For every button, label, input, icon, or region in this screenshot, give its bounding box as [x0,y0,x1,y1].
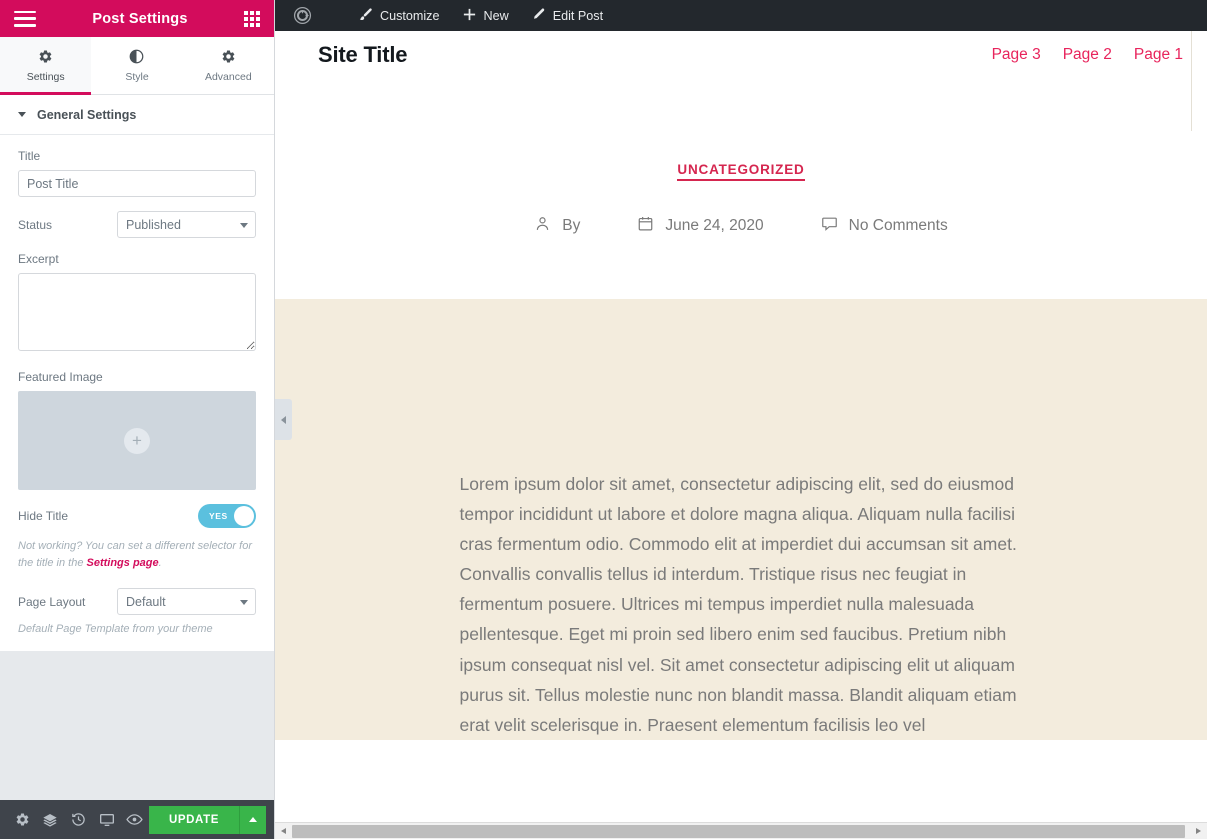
update-options-button[interactable] [239,805,266,834]
plus-icon: + [124,427,150,454]
site-title[interactable]: Site Title [318,42,407,68]
calendar-icon [637,215,654,237]
settings-page-link[interactable]: Settings page [87,557,159,569]
post-meta: By June 24, 2020 No Comments [275,215,1207,237]
hide-title-help: Not working? You can set a different sel… [18,538,256,572]
post-meta-author-label: By [562,217,581,234]
hide-title-toggle-value: YES [209,511,228,521]
hide-title-toggle[interactable]: YES [198,504,256,528]
scrollbar-track[interactable] [292,823,1190,839]
post-meta-date: June 24, 2020 [637,215,764,237]
admin-bar-customize-label: Customize [380,8,440,23]
chevron-left-icon [281,415,286,424]
hide-title-help-after: . [158,557,162,570]
status-select[interactable]: Published [117,211,256,238]
grid-icon[interactable] [244,10,260,27]
status-select-wrap: Published [117,211,256,238]
panel-footer: UPDATE [0,800,274,839]
section-title: General Settings [37,107,137,122]
gear-icon[interactable] [8,800,36,839]
responsive-icon[interactable] [93,800,121,839]
nav-link-page-2[interactable]: Page 2 [1063,46,1112,64]
tab-advanced[interactable]: Advanced [182,37,274,94]
contrast-icon [129,49,144,65]
admin-bar-customize[interactable]: Customize [347,0,451,31]
comment-icon [821,215,838,237]
panel-title: Post Settings [92,10,188,27]
excerpt-textarea[interactable] [18,273,256,351]
panel-tabs: Settings Style Advanced [0,37,274,95]
update-button[interactable]: UPDATE [148,805,239,834]
scroll-right-arrow[interactable] [1190,823,1207,839]
field-excerpt: Excerpt [18,252,256,356]
page-layout-select[interactable]: Default [117,588,256,616]
elementor-editor: Post Settings Settings Style Advanced Ge… [0,0,1207,839]
layers-icon[interactable] [36,800,64,839]
preview-frame: Customize New Edit Post Site Title Page … [275,0,1207,839]
field-hide-title: Hide Title YES [18,504,256,528]
field-featured-image: Featured Image + [18,370,256,490]
scroll-left-arrow[interactable] [275,823,292,839]
wordpress-logo-icon[interactable] [283,0,323,31]
featured-image-dropzone[interactable]: + [18,391,256,490]
admin-bar-new-label: New [483,8,509,23]
elementor-panel: Post Settings Settings Style Advanced Ge… [0,0,275,839]
admin-bar-edit-post-label: Edit Post [552,8,604,23]
tab-advanced-label: Advanced [204,70,252,83]
section-general-settings[interactable]: General Settings [0,95,274,135]
person-icon [534,215,551,237]
wp-admin-bar: Customize New Edit Post [275,0,1207,31]
post-category-link[interactable]: UNCATEGORIZED [677,162,805,181]
caret-up-icon [249,817,257,822]
post-content: Lorem ipsum dolor sit amet, consectetur … [275,299,1207,740]
gear-icon [221,49,236,65]
settings-section: General Settings Title Status Published [0,95,274,652]
post-body-text: Lorem ipsum dolor sit amet, consectetur … [459,474,1017,735]
panel-header: Post Settings [0,0,274,37]
tab-style-label: Style [125,70,149,83]
toggle-knob [234,506,254,526]
tab-settings-label: Settings [26,70,65,83]
history-icon[interactable] [64,800,92,839]
plus-icon [462,7,477,25]
featured-image-label: Featured Image [18,370,103,384]
horizontal-scrollbar[interactable] [275,822,1207,839]
admin-bar-edit-post[interactable]: Edit Post [520,0,614,31]
post-meta-author: By [534,215,580,237]
gear-icon [38,49,53,65]
scrollbar-thumb[interactable] [292,824,1185,838]
settings-controls: Title Status Published Excerpt [0,135,274,652]
preview-eye-icon[interactable] [121,800,149,839]
pencil-icon [531,7,546,25]
chevron-down-icon [18,112,26,117]
tab-settings[interactable]: Settings [0,37,92,95]
nav-link-page-3[interactable]: Page 3 [992,46,1041,64]
status-label: Status [18,217,53,232]
field-title: Title [18,149,256,197]
title-label: Title [18,149,41,163]
site-nav: Page 3 Page 2 Page 1 [992,46,1183,64]
post-meta-comments: No Comments [821,215,948,237]
hamburger-icon[interactable] [14,10,36,27]
paintbrush-icon [358,7,373,25]
field-page-layout: Page Layout Default [18,588,256,616]
post-meta-date-label: June 24, 2020 [665,217,764,234]
admin-bar-new[interactable]: New [451,0,520,31]
update-button-group: UPDATE [148,805,266,834]
excerpt-label: Excerpt [18,252,59,266]
field-status: Status Published [18,211,256,238]
panel-collapse-handle[interactable] [275,399,292,440]
page-layout-label: Page Layout [18,594,86,609]
nav-link-page-1[interactable]: Page 1 [1134,46,1183,64]
header-divider [1191,31,1192,131]
post-meta-comments-label: No Comments [848,217,948,234]
hide-title-label: Hide Title [18,509,69,523]
tab-style[interactable]: Style [91,37,183,94]
panel-body: General Settings Title Status Published [0,95,274,800]
title-input[interactable] [18,170,256,197]
site-header: Site Title Page 3 Page 2 Page 1 [275,31,1207,78]
page-layout-select-wrap: Default [117,588,256,616]
post-header: UNCATEGORIZED By June 24, 2020 No Commen… [275,78,1207,299]
page-layout-note: Default Page Template from your theme [18,623,213,636]
